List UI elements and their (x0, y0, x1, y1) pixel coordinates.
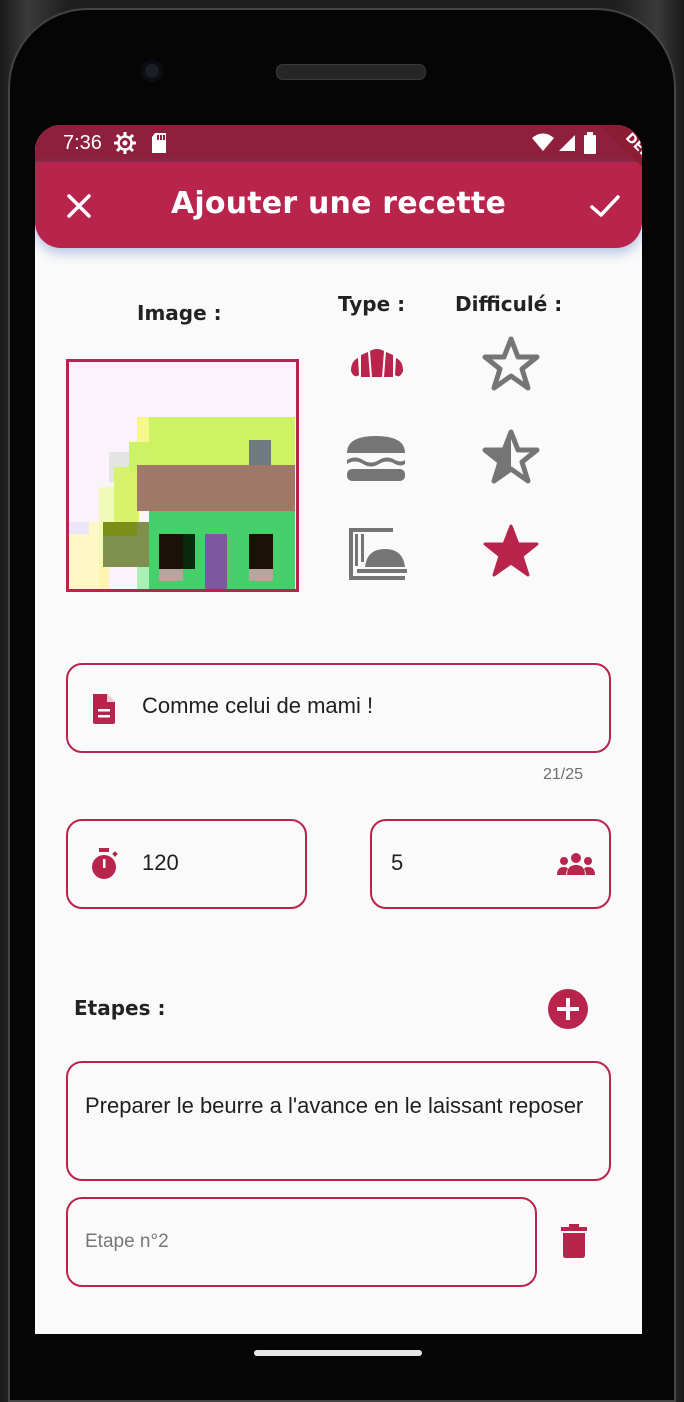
signal-icon (559, 135, 575, 151)
image-pixel (103, 522, 137, 536)
recipe-image-picker[interactable] (66, 359, 299, 592)
status-bar: 7:36 (35, 125, 642, 163)
image-pixel (137, 567, 149, 589)
step-field-2[interactable]: Etape n°2 (66, 1197, 537, 1287)
image-pixel (159, 569, 183, 581)
app-bar: Ajouter une recette (35, 162, 642, 248)
star-outline-icon[interactable] (481, 336, 541, 392)
step-text-1[interactable]: Preparer le beurre a l'avance en le lais… (85, 1091, 585, 1121)
croissant-icon[interactable] (347, 343, 407, 383)
earpiece-speaker (276, 64, 426, 80)
page-title: Ajouter une recette (170, 186, 506, 221)
step-placeholder-2[interactable]: Etape n°2 (85, 1231, 169, 1253)
timer-icon (92, 848, 118, 879)
star-half-icon[interactable] (481, 429, 541, 485)
description-field[interactable] (66, 663, 611, 753)
wifi-icon (532, 133, 554, 151)
image-pixel (137, 465, 295, 511)
trash-icon[interactable] (560, 1223, 588, 1259)
difficulty-label: Difficulé : (455, 292, 563, 316)
image-pixel (69, 522, 89, 534)
star-full-icon[interactable] (481, 523, 541, 579)
image-pixel (249, 440, 271, 466)
dessert-icon[interactable] (345, 525, 409, 583)
home-indicator[interactable] (254, 1350, 422, 1356)
image-pixel (149, 417, 295, 465)
image-label: Image : (137, 301, 222, 325)
app-screen: 7:36 Ajouter une recette DEBUG Image: T… (35, 125, 642, 1334)
image-pixel (249, 569, 273, 581)
time-input[interactable] (140, 849, 294, 877)
description-counter: 21/25 (543, 766, 584, 783)
image-pixel (159, 534, 183, 569)
servings-field[interactable] (370, 819, 611, 909)
settings-icon (114, 132, 136, 154)
document-icon (93, 694, 115, 724)
time-field[interactable] (66, 819, 307, 909)
type-label: Type : (338, 292, 406, 316)
servings-input[interactable] (389, 849, 543, 877)
step-field-1[interactable]: Preparer le beurre a l'avance en le lais… (66, 1061, 611, 1181)
sd-card-icon (152, 133, 166, 153)
battery-icon (584, 132, 596, 154)
add-circle-icon (557, 998, 579, 1020)
status-time: 7:36 (63, 132, 102, 154)
group-icon (557, 853, 595, 875)
image-pixel (205, 534, 227, 589)
image-pixel (249, 534, 273, 569)
steps-label: Etapes : (74, 996, 166, 1020)
burger-icon[interactable] (345, 433, 407, 485)
add-step-button[interactable] (548, 989, 588, 1029)
check-icon[interactable] (589, 192, 621, 220)
image-pixel (183, 534, 195, 569)
description-input[interactable] (140, 692, 584, 720)
front-camera (141, 60, 163, 82)
